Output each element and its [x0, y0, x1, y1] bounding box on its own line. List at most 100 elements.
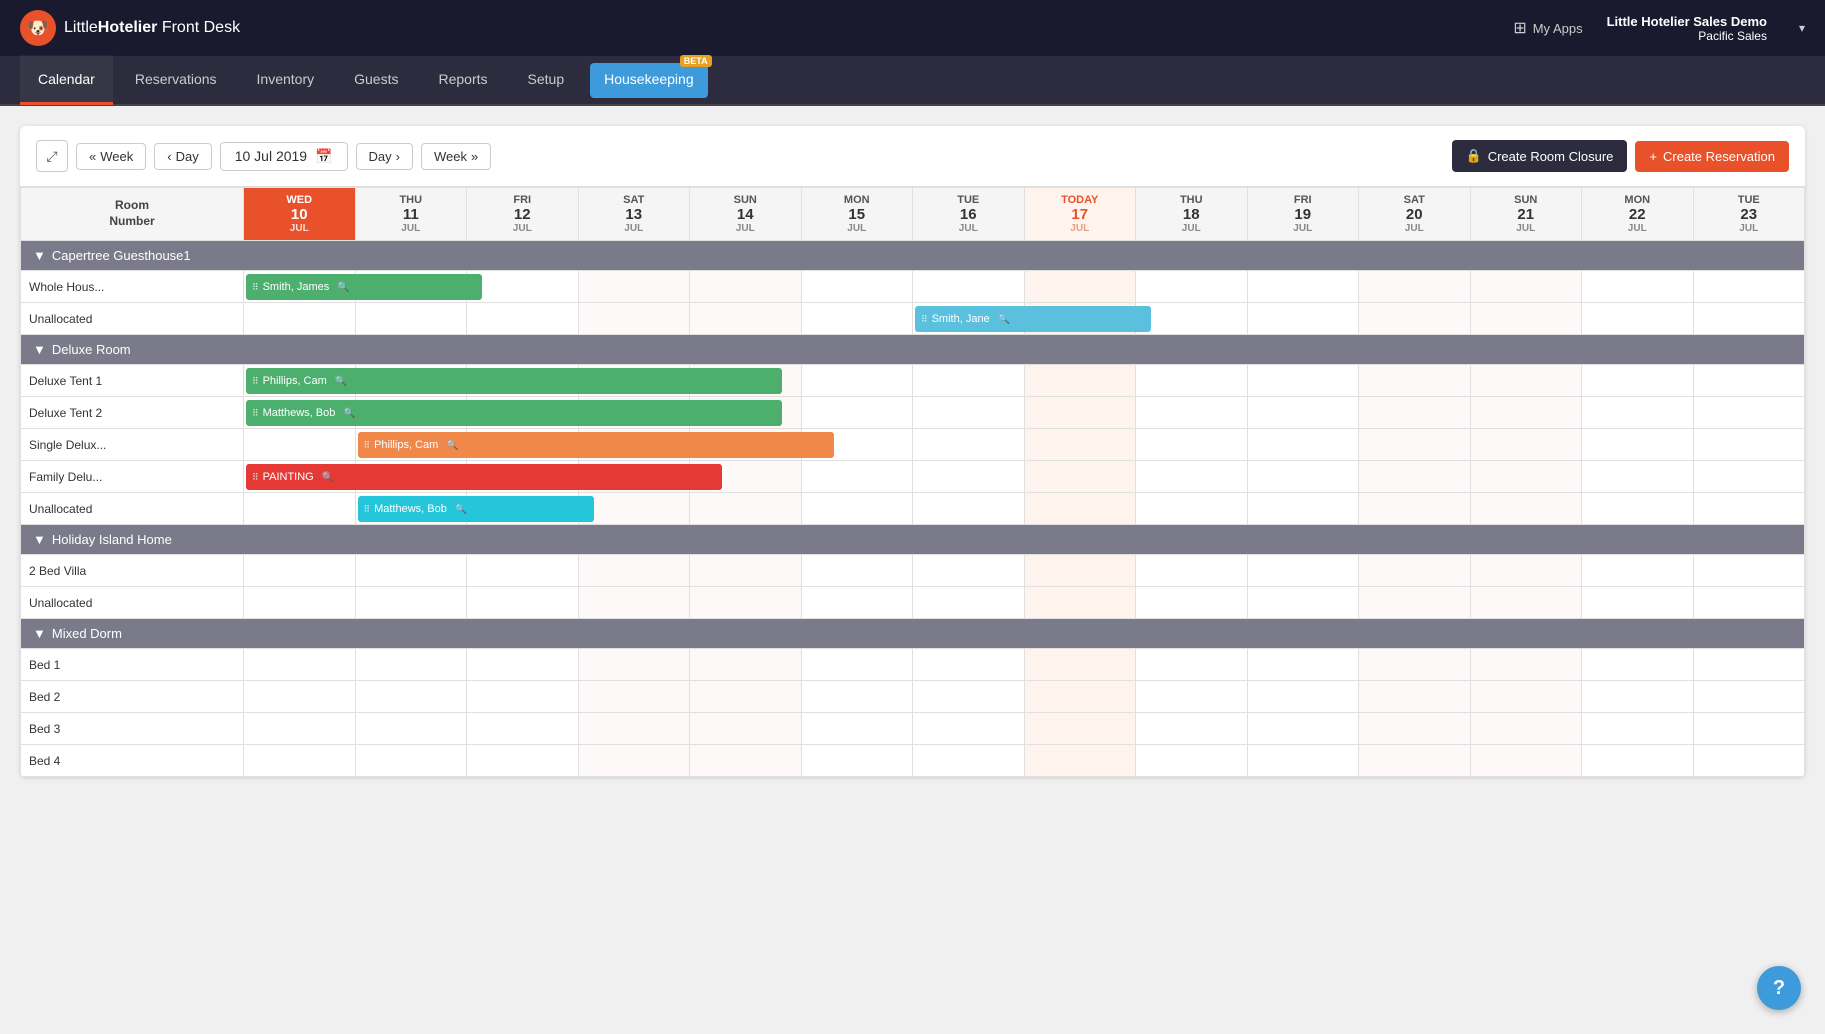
cal-cell[interactable]	[1582, 493, 1694, 525]
cal-cell[interactable]	[1470, 555, 1582, 587]
day-header-10[interactable]: SAT20JUL	[1359, 188, 1471, 241]
cal-cell[interactable]	[801, 493, 913, 525]
cal-cell[interactable]	[467, 303, 579, 335]
cal-cell[interactable]	[1136, 649, 1248, 681]
cal-cell[interactable]	[1359, 271, 1471, 303]
cal-cell[interactable]	[355, 555, 467, 587]
cal-cell[interactable]	[244, 681, 356, 713]
cal-cell[interactable]: ⠿PAINTING🔍	[244, 461, 356, 493]
cal-cell[interactable]	[1247, 649, 1359, 681]
cal-cell[interactable]	[1024, 587, 1136, 619]
cal-cell[interactable]	[1359, 649, 1471, 681]
cal-cell[interactable]	[1693, 429, 1805, 461]
cal-cell[interactable]	[578, 681, 690, 713]
cal-cell[interactable]	[467, 587, 579, 619]
cal-cell[interactable]	[578, 493, 690, 525]
day-header-13[interactable]: TUE23JUL	[1693, 188, 1805, 241]
cal-cell[interactable]	[1470, 493, 1582, 525]
cal-cell[interactable]	[1470, 429, 1582, 461]
my-apps-button[interactable]: ⊞ My Apps	[1513, 18, 1582, 38]
day-header-12[interactable]: MON22JUL	[1582, 188, 1694, 241]
cal-cell[interactable]	[355, 713, 467, 745]
cal-cell[interactable]	[913, 555, 1025, 587]
cal-cell[interactable]	[801, 713, 913, 745]
cal-cell[interactable]: ⠿Matthews, Bob🔍	[355, 493, 467, 525]
cal-cell[interactable]	[1693, 649, 1805, 681]
cal-cell[interactable]	[913, 429, 1025, 461]
day-header-8[interactable]: THU18JUL	[1136, 188, 1248, 241]
cal-cell[interactable]	[1470, 745, 1582, 777]
help-button[interactable]: ?	[1757, 966, 1801, 1010]
cal-cell[interactable]	[801, 461, 913, 493]
cal-cell[interactable]	[801, 365, 913, 397]
cal-cell[interactable]	[1582, 745, 1694, 777]
cal-cell[interactable]	[1136, 587, 1248, 619]
tab-inventory[interactable]: Inventory	[239, 55, 333, 105]
cal-cell[interactable]	[578, 555, 690, 587]
cal-cell[interactable]	[355, 649, 467, 681]
cal-cell[interactable]	[1136, 397, 1248, 429]
cal-cell[interactable]	[1024, 429, 1136, 461]
cal-cell[interactable]	[1024, 365, 1136, 397]
tab-reservations[interactable]: Reservations	[117, 55, 235, 105]
tab-calendar[interactable]: Calendar	[20, 55, 113, 105]
week-forward-button[interactable]: Week »	[421, 143, 491, 170]
cal-cell[interactable]	[1359, 713, 1471, 745]
cal-cell[interactable]	[244, 713, 356, 745]
day-header-9[interactable]: FRI19JUL	[1247, 188, 1359, 241]
cal-cell[interactable]	[1582, 713, 1694, 745]
day-header-11[interactable]: SUN21JUL	[1470, 188, 1582, 241]
cal-cell[interactable]	[690, 587, 802, 619]
cal-cell[interactable]	[1359, 745, 1471, 777]
cal-cell[interactable]	[244, 493, 356, 525]
cal-cell[interactable]	[1247, 681, 1359, 713]
cal-cell[interactable]	[578, 303, 690, 335]
cal-cell[interactable]	[801, 397, 913, 429]
cal-cell[interactable]	[913, 681, 1025, 713]
cal-cell[interactable]	[913, 745, 1025, 777]
day-forward-button[interactable]: Day ›	[356, 143, 413, 170]
cal-cell[interactable]	[1582, 271, 1694, 303]
cal-cell[interactable]	[1136, 365, 1248, 397]
day-header-7[interactable]: TODAY17JUL	[1024, 188, 1136, 241]
cal-cell[interactable]	[355, 681, 467, 713]
day-header-6[interactable]: TUE16JUL	[913, 188, 1025, 241]
cal-cell[interactable]	[1582, 429, 1694, 461]
reservation-bar[interactable]: ⠿PAINTING🔍	[246, 464, 722, 490]
cal-cell[interactable]	[1582, 303, 1694, 335]
cal-cell[interactable]	[690, 649, 802, 681]
cal-cell[interactable]	[1470, 365, 1582, 397]
cal-cell[interactable]	[1359, 429, 1471, 461]
day-header-0[interactable]: WED10JUL	[244, 188, 356, 241]
cal-cell[interactable]	[1582, 555, 1694, 587]
cal-cell[interactable]	[1359, 681, 1471, 713]
cal-cell[interactable]	[1693, 681, 1805, 713]
tab-guests[interactable]: Guests	[336, 55, 416, 105]
cal-cell[interactable]	[1024, 745, 1136, 777]
cal-cell[interactable]	[690, 493, 802, 525]
cal-cell[interactable]	[1582, 681, 1694, 713]
cal-cell[interactable]	[1024, 461, 1136, 493]
cal-cell[interactable]	[355, 745, 467, 777]
cal-cell[interactable]	[578, 271, 690, 303]
cal-cell[interactable]	[1024, 713, 1136, 745]
cal-cell[interactable]: ⠿Smith, Jane🔍	[913, 303, 1025, 335]
cal-cell[interactable]	[1582, 649, 1694, 681]
cal-cell[interactable]	[467, 271, 579, 303]
cal-cell[interactable]	[1359, 461, 1471, 493]
cal-cell[interactable]	[1470, 681, 1582, 713]
create-reservation-button[interactable]: + Create Reservation	[1635, 141, 1789, 172]
cal-cell[interactable]	[1136, 303, 1248, 335]
cal-cell[interactable]	[1247, 271, 1359, 303]
reservation-bar[interactable]: ⠿Phillips, Cam🔍	[246, 368, 782, 394]
cal-cell[interactable]	[1247, 493, 1359, 525]
cal-cell[interactable]	[1247, 461, 1359, 493]
cal-cell[interactable]	[1470, 649, 1582, 681]
cal-cell[interactable]	[913, 713, 1025, 745]
reservation-bar[interactable]: ⠿Matthews, Bob🔍	[246, 400, 782, 426]
cal-cell[interactable]	[1693, 587, 1805, 619]
cal-cell[interactable]	[467, 555, 579, 587]
cal-cell[interactable]	[467, 649, 579, 681]
cal-cell[interactable]	[1693, 303, 1805, 335]
cal-cell[interactable]	[244, 587, 356, 619]
